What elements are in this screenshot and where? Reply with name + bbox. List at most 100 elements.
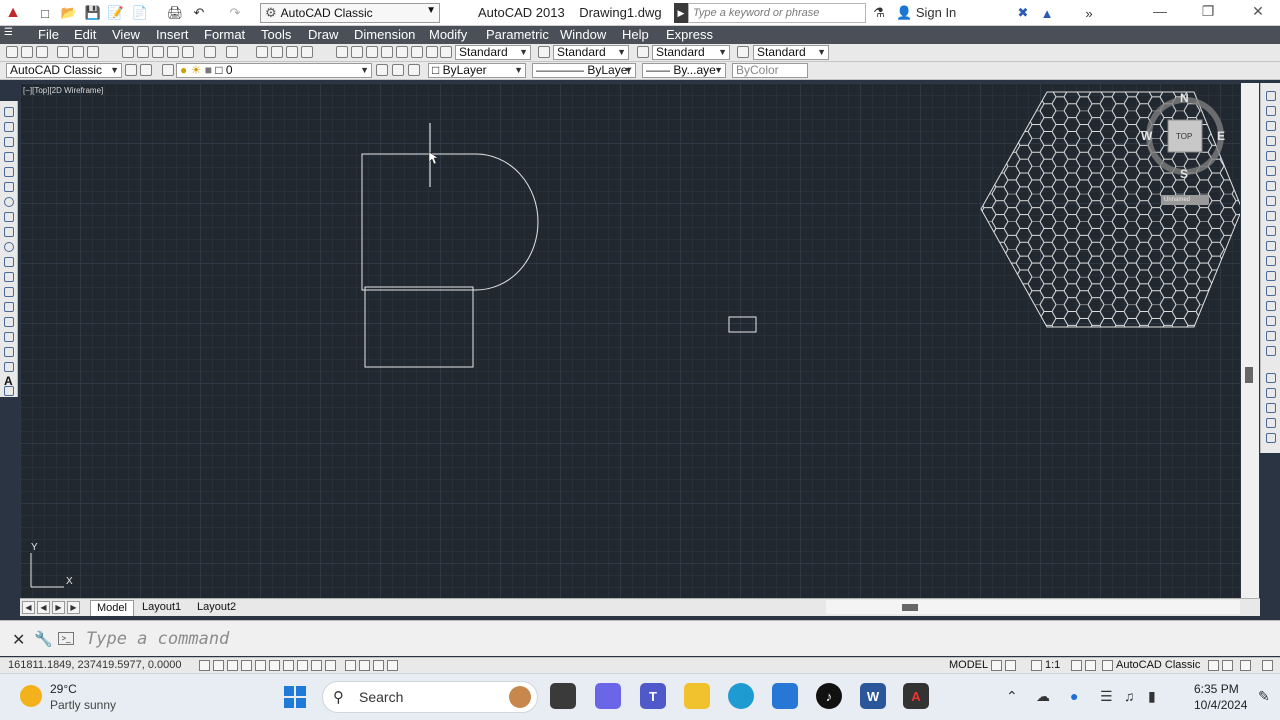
menu-format[interactable]: Format <box>204 27 245 42</box>
notifications-icon[interactable]: ✎ <box>1258 688 1270 705</box>
horizontal-scrollbar[interactable] <box>826 600 1240 614</box>
microsoft-store-icon[interactable] <box>772 683 798 709</box>
viewcube-west[interactable]: W <box>1141 129 1152 143</box>
properties-icon[interactable] <box>336 46 348 58</box>
wifi-icon[interactable]: ☰ <box>1100 688 1113 705</box>
open-file-icon[interactable]: 📂 <box>60 4 78 22</box>
break-icon[interactable] <box>1266 271 1276 281</box>
customize-wrench-icon[interactable]: 🔧 <box>34 630 53 648</box>
viewcube-north[interactable]: N <box>1180 91 1189 105</box>
clean-screen-icon[interactable] <box>1262 660 1273 671</box>
erase-icon[interactable] <box>1266 91 1276 101</box>
file-explorer-icon[interactable] <box>684 683 710 709</box>
snap-mode-icon[interactable] <box>213 660 224 671</box>
rectangle-icon[interactable] <box>4 167 14 177</box>
weather-temperature[interactable]: 29°C <box>50 682 77 696</box>
workspace-settings-icon[interactable] <box>125 64 137 76</box>
trim-icon[interactable] <box>1266 226 1276 236</box>
ortho-mode-icon[interactable] <box>241 660 252 671</box>
viewcube-south[interactable]: S <box>1180 167 1188 181</box>
polar-tracking-icon[interactable] <box>255 660 266 671</box>
construction-line-icon[interactable] <box>4 122 14 132</box>
move-icon[interactable] <box>1266 166 1276 176</box>
onedrive-icon[interactable]: ☁ <box>1036 688 1050 705</box>
new-file-icon[interactable]: □ <box>36 4 54 22</box>
spline-icon[interactable] <box>4 227 14 237</box>
sheet-set-icon[interactable] <box>381 46 393 58</box>
wcs-menu[interactable]: Unnamed <box>1161 195 1209 205</box>
layer-previous-icon[interactable] <box>392 64 404 76</box>
line-icon[interactable] <box>4 107 14 117</box>
help-icon[interactable]: » <box>1080 4 1098 22</box>
rotate-icon[interactable] <box>1266 181 1276 191</box>
toolbar-lock-icon[interactable] <box>1208 660 1219 671</box>
revision-cloud-icon[interactable] <box>4 212 14 222</box>
modify-extra-3-icon[interactable] <box>1266 403 1276 413</box>
exchange-icon[interactable]: ✖ <box>1014 4 1032 22</box>
region-icon[interactable] <box>4 347 14 357</box>
menu-parametric[interactable]: Parametric <box>486 27 549 42</box>
weather-description[interactable]: Partly sunny <box>50 698 116 712</box>
workspace-switch-icon[interactable] <box>1102 660 1113 671</box>
undo-small-icon[interactable] <box>204 46 216 58</box>
autocad-taskbar-icon[interactable]: A <box>903 683 929 709</box>
text-style-combo[interactable]: Standard ▼ <box>455 45 531 60</box>
hardware-acceleration-icon[interactable] <box>1222 660 1233 671</box>
menu-window[interactable]: Window <box>560 27 606 42</box>
save-icon[interactable]: 💾 <box>84 4 102 22</box>
publish-icon[interactable]: 📄 <box>131 4 149 22</box>
minimize-button[interactable]: — <box>1142 3 1178 23</box>
array-icon[interactable] <box>1266 151 1276 161</box>
ellipse-arc-icon[interactable] <box>4 257 14 267</box>
task-view-icon[interactable] <box>550 683 576 709</box>
quick-properties-icon[interactable] <box>373 660 384 671</box>
undo-icon[interactable]: ↶ <box>190 4 208 22</box>
autocad-logo-icon[interactable]: ▲ <box>2 4 24 22</box>
ellipse-icon[interactable] <box>4 242 14 252</box>
menu-dimension[interactable]: Dimension <box>354 27 415 42</box>
insert-block-icon[interactable] <box>4 272 14 282</box>
zoom-previous-icon[interactable] <box>301 46 313 58</box>
modify-extra-2-icon[interactable] <box>1266 388 1276 398</box>
mirror-icon[interactable] <box>1266 121 1276 131</box>
quick-view-drawings-icon[interactable] <box>1005 660 1016 671</box>
save-as-icon[interactable]: 📝 <box>107 4 125 22</box>
layer-properties-icon[interactable] <box>162 64 174 76</box>
battery-icon[interactable]: ▮ <box>1148 688 1156 705</box>
offset-icon[interactable] <box>1266 136 1276 146</box>
tab-layout2[interactable]: Layout2 <box>191 600 242 616</box>
point-icon[interactable] <box>4 302 14 312</box>
last-tab-icon[interactable]: ▶ <box>67 601 80 614</box>
auto-scale-icon[interactable] <box>1085 660 1096 671</box>
table-style-combo[interactable]: Standard ▼ <box>652 45 730 60</box>
annotation-scale-icon[interactable] <box>1031 660 1042 671</box>
mleader-style-combo[interactable]: Standard ▼ <box>753 45 829 60</box>
object-snap-icon[interactable] <box>269 660 280 671</box>
microphone-icon[interactable]: ● <box>1070 688 1078 704</box>
hatch-icon[interactable] <box>4 317 14 327</box>
search-expand-icon[interactable]: ▶ <box>674 3 688 23</box>
extend-icon[interactable] <box>1266 241 1276 251</box>
copy-icon[interactable] <box>137 46 149 58</box>
viewcube-face-top[interactable]: TOP <box>1176 132 1192 141</box>
tiktok-icon[interactable]: ♪ <box>816 683 842 709</box>
infer-constraints-icon[interactable] <box>199 660 210 671</box>
volume-icon[interactable]: ♫ <box>1124 688 1135 704</box>
grid-display-icon[interactable] <box>227 660 238 671</box>
dynamic-ucs-icon[interactable] <box>311 660 322 671</box>
menu-modify[interactable]: Modify <box>429 27 467 42</box>
redo-small-icon[interactable] <box>226 46 238 58</box>
annotation-visibility-icon[interactable] <box>1071 660 1082 671</box>
markup-icon[interactable] <box>396 46 408 58</box>
break-at-point-icon[interactable] <box>1266 256 1276 266</box>
tool-palettes-icon[interactable] <box>366 46 378 58</box>
make-current-icon[interactable] <box>376 64 388 76</box>
plot-icon[interactable] <box>57 46 69 58</box>
d-shape-entity[interactable] <box>361 153 539 291</box>
word-icon[interactable]: W <box>860 683 886 709</box>
tray-overflow-icon[interactable]: ⌃ <box>1006 688 1018 705</box>
gradient-icon[interactable] <box>4 332 14 342</box>
menu-file[interactable]: File <box>38 27 59 42</box>
workspace-status-value[interactable]: AutoCAD Classic <box>1116 659 1200 671</box>
zoom-realtime-icon[interactable] <box>271 46 283 58</box>
